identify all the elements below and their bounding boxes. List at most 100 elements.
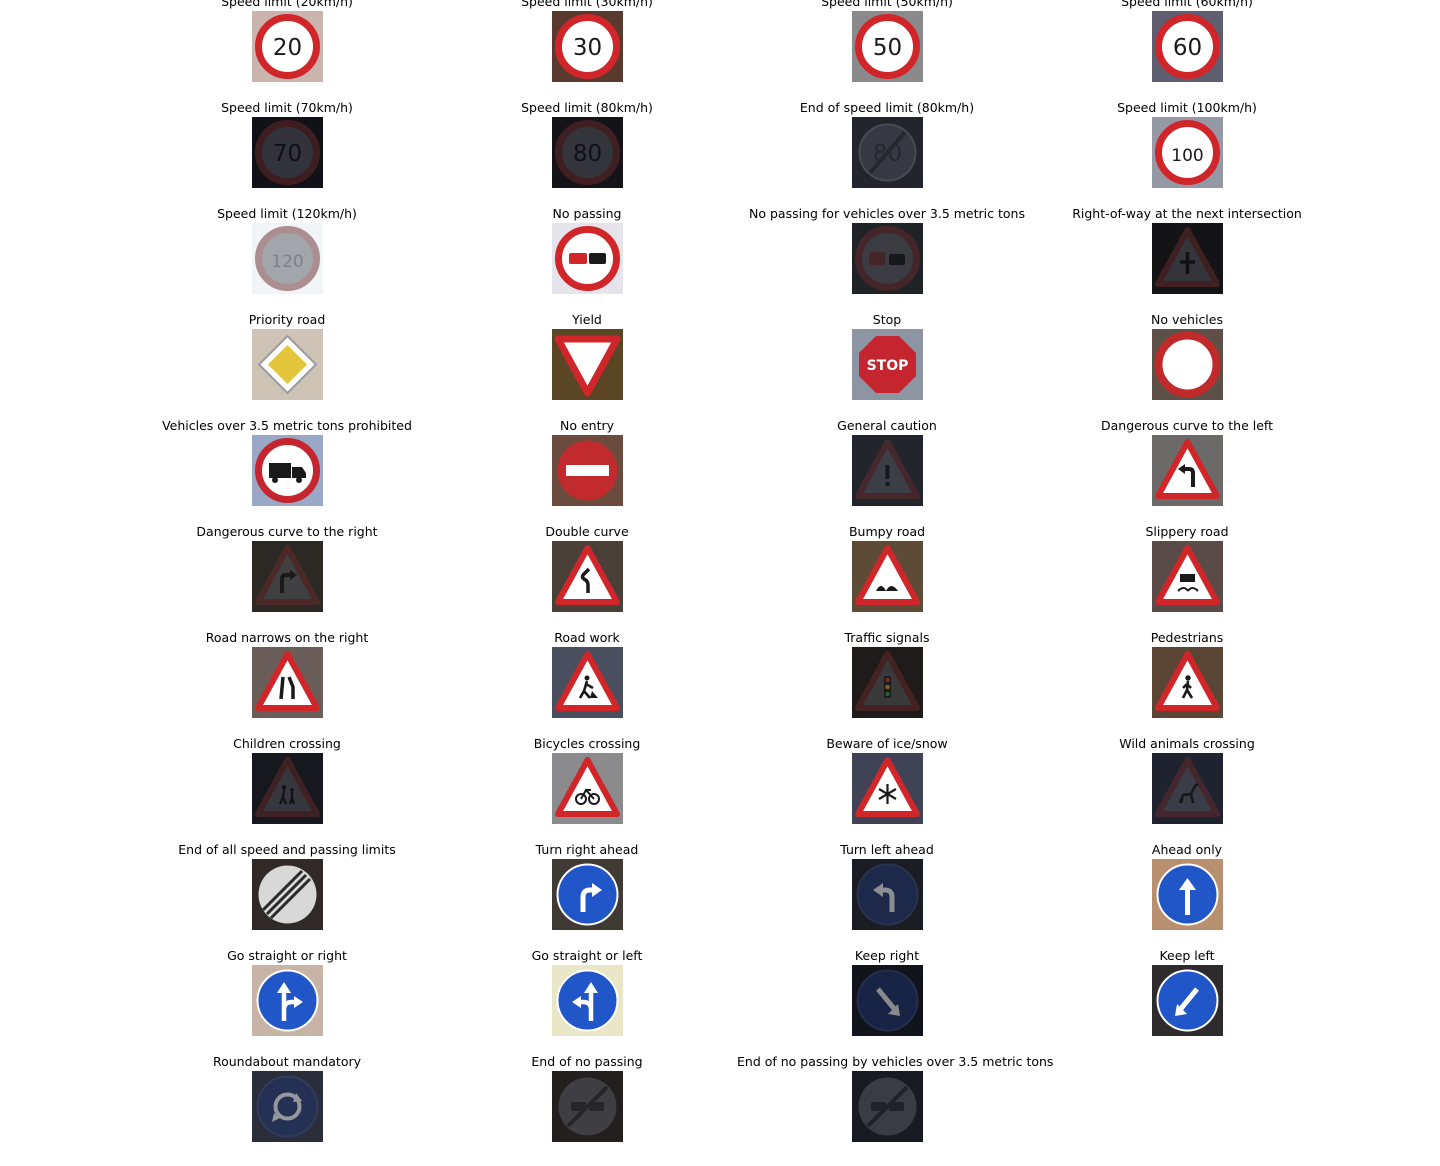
- sign-image-road-narrows-on-the-right: [252, 647, 323, 718]
- sign-title: Speed limit (60km/h): [1121, 0, 1253, 9]
- sign-title: General caution: [837, 418, 937, 433]
- sign-cell-roundabout-mandatory: Roundabout mandatory: [137, 1054, 437, 1166]
- sign-image-stop: STOP: [852, 329, 923, 400]
- sign-cell-turn-right-ahead: Turn right ahead: [437, 842, 737, 954]
- sign-cell-end-of-no-passing: End of no passing: [437, 1054, 737, 1166]
- svg-text:120: 120: [271, 252, 303, 272]
- sign-image-slippery-road: [1152, 541, 1223, 612]
- sign-image-bicycles-crossing: [552, 753, 623, 824]
- sign-cell-speed-limit-70km-h: Speed limit (70km/h) 70: [137, 100, 437, 212]
- sign-title: Speed limit (120km/h): [217, 206, 357, 221]
- sign-title: Turn left ahead: [840, 842, 934, 857]
- sign-title: Stop: [872, 312, 902, 327]
- sign-cell-go-straight-or-left: Go straight or left: [437, 948, 737, 1060]
- sign-cell-speed-limit-80km-h: Speed limit (80km/h) 80: [437, 100, 737, 212]
- sign-image-speed-limit-120km-h: 120: [252, 223, 323, 294]
- sign-cell-right-of-way-at-the-next-intersection: Right-of-way at the next intersection: [1037, 206, 1337, 318]
- sign-image-wild-animals-crossing: [1152, 753, 1223, 824]
- sign-image-bumpy-road: [852, 541, 923, 612]
- sign-cell-road-work: Road work: [437, 630, 737, 742]
- svg-text:20: 20: [273, 35, 302, 61]
- sign-image-road-work: [552, 647, 623, 718]
- sign-cell-no-entry: No entry: [437, 418, 737, 530]
- sign-image-priority-road: [252, 329, 323, 400]
- sign-title: Go straight or left: [531, 948, 643, 963]
- sign-title: End of no passing: [531, 1054, 643, 1069]
- sign-title: End of all speed and passing limits: [178, 842, 396, 857]
- svg-text:60: 60: [1173, 35, 1202, 61]
- sign-title: Keep left: [1159, 948, 1215, 963]
- sign-image-speed-limit-80km-h: 80: [552, 117, 623, 188]
- sign-image-go-straight-or-right: [252, 965, 323, 1036]
- sign-image-general-caution: [852, 435, 923, 506]
- sign-image-end-of-all-speed-and-passing-limits: [252, 859, 323, 930]
- sign-image-turn-left-ahead: [852, 859, 923, 930]
- sign-cell-no-passing-for-vehicles-over-3-5-metric-tons: No passing for vehicles over 3.5 metric …: [737, 206, 1037, 318]
- sign-title: Bicycles crossing: [533, 736, 641, 751]
- sign-grid: Speed limit (20km/h) 20 Speed limit (30km…: [137, 0, 1337, 1166]
- sign-cell-end-of-no-passing-by-vehicles-over-3-5-metric-tons: End of no passing by vehicles over 3.5 m…: [737, 1054, 1053, 1166]
- sign-image-traffic-signals: [852, 647, 923, 718]
- sign-cell-general-caution: General caution: [737, 418, 1037, 530]
- svg-text:30: 30: [573, 35, 602, 61]
- sign-title: Turn right ahead: [535, 842, 639, 857]
- sign-title: Road narrows on the right: [205, 630, 369, 645]
- sign-cell-keep-right: Keep right: [737, 948, 1037, 1060]
- sign-title: Go straight or right: [227, 948, 347, 963]
- sign-title: Road work: [554, 630, 620, 645]
- sign-title: Bumpy road: [848, 524, 926, 539]
- sign-cell-no-vehicles: No vehicles: [1037, 312, 1337, 424]
- sign-cell-turn-left-ahead: Turn left ahead: [737, 842, 1037, 954]
- svg-text:70: 70: [273, 141, 302, 167]
- sign-cell-no-passing: No passing: [437, 206, 737, 318]
- sign-title: Pedestrians: [1150, 630, 1224, 645]
- sign-title: Keep right: [854, 948, 920, 963]
- sign-image-keep-left: [1152, 965, 1223, 1036]
- sign-title: Priority road: [248, 312, 326, 327]
- sign-cell-end-of-speed-limit-80km-h: End of speed limit (80km/h) 80: [737, 100, 1037, 212]
- sign-image-beware-of-ice-snow: [852, 753, 923, 824]
- svg-text:80: 80: [573, 141, 602, 167]
- sign-cell-priority-road: Priority road: [137, 312, 437, 424]
- sign-image-no-passing: [552, 223, 623, 294]
- sign-image-speed-limit-50km-h: 50: [852, 11, 923, 82]
- sign-title: Children crossing: [233, 736, 341, 751]
- sign-image-no-passing-for-vehicles-over-3-5-metric-tons: [852, 223, 923, 294]
- sign-image-turn-right-ahead: [552, 859, 623, 930]
- sign-cell-end-of-all-speed-and-passing-limits: End of all speed and passing limits: [137, 842, 437, 954]
- sign-cell-speed-limit-100km-h: Speed limit (100km/h) 100: [1037, 100, 1337, 212]
- sign-cell-children-crossing: Children crossing: [137, 736, 437, 848]
- sign-image-speed-limit-100km-h: 100: [1152, 117, 1223, 188]
- sign-image-end-of-no-passing: [552, 1071, 623, 1142]
- sign-title: Speed limit (20km/h): [221, 0, 353, 9]
- sign-image-vehicles-over-3-5-metric-tons-prohibited: [252, 435, 323, 506]
- sign-title: No vehicles: [1150, 312, 1223, 327]
- sign-title: Speed limit (100km/h): [1117, 100, 1257, 115]
- sign-image-roundabout-mandatory: [252, 1071, 323, 1142]
- sign-image-speed-limit-70km-h: 70: [252, 117, 323, 188]
- sign-title: Ahead only: [1151, 842, 1223, 857]
- sign-title: Vehicles over 3.5 metric tons prohibited: [162, 418, 412, 433]
- sign-image-dangerous-curve-to-the-left: [1152, 435, 1223, 506]
- sign-image-pedestrians: [1152, 647, 1223, 718]
- sign-title: Traffic signals: [844, 630, 930, 645]
- sign-cell-bumpy-road: Bumpy road: [737, 524, 1037, 636]
- sign-image-no-vehicles: [1152, 329, 1223, 400]
- sign-title: Beware of ice/snow: [826, 736, 948, 751]
- sign-image-speed-limit-30km-h: 30: [552, 11, 623, 82]
- sign-cell-wild-animals-crossing: Wild animals crossing: [1037, 736, 1337, 848]
- sign-cell-traffic-signals: Traffic signals: [737, 630, 1037, 742]
- sign-title: Dangerous curve to the right: [196, 524, 378, 539]
- sign-title: Speed limit (50km/h): [821, 0, 953, 9]
- sign-title: Dangerous curve to the left: [1100, 418, 1273, 433]
- sign-cell-speed-limit-60km-h: Speed limit (60km/h) 60: [1037, 0, 1337, 106]
- sign-cell-keep-left: Keep left: [1037, 948, 1337, 1060]
- sign-title: Right-of-way at the next intersection: [1072, 206, 1302, 221]
- sign-image-keep-right: [852, 965, 923, 1036]
- sign-image-speed-limit-20km-h: 20: [252, 11, 323, 82]
- sign-image-yield: [552, 329, 623, 400]
- sign-cell-speed-limit-30km-h: Speed limit (30km/h) 30: [437, 0, 737, 106]
- sign-image-go-straight-or-left: [552, 965, 623, 1036]
- sign-cell-ahead-only: Ahead only: [1037, 842, 1337, 954]
- sign-title: Wild animals crossing: [1119, 736, 1255, 751]
